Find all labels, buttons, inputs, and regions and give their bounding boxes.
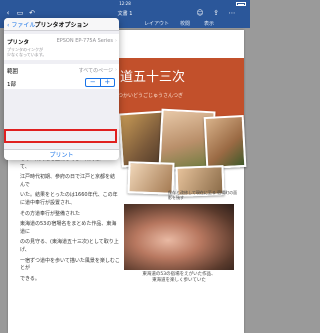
copies-row: 1部 − + (4, 76, 119, 89)
printer-label: プリンタ (7, 40, 30, 46)
person-icon[interactable]: ☺ (196, 9, 204, 17)
popover-header: ‹ ファイル プリンタオプション (4, 18, 119, 31)
decrement-button[interactable]: − (86, 79, 100, 86)
chevron-right-icon: › (115, 38, 117, 44)
status-time: 12:28 (119, 1, 131, 6)
copies-label: 1部 (7, 82, 16, 88)
body-paragraph: いた。結果をとったのは1660年代、この年に道中奉行が設置され、 (20, 192, 118, 206)
tab-layout[interactable]: レイアウト (144, 20, 169, 27)
body-paragraph: 東海道の53の宿場名をまとめた作品、東海道に (20, 221, 117, 235)
printer-ink-warning: プリンタのインクが 少なくなっています。 (7, 47, 46, 57)
status-bar: 12:28 (0, 0, 250, 8)
body-paragraph: のの見守る、(東海道五十三次)として取り上げ、 (20, 239, 119, 253)
range-label: 範囲 (7, 69, 19, 75)
printer-row[interactable]: プリンタ EPSON EP-775A Series › プリンタのインクが 少な… (4, 34, 119, 60)
share-icon[interactable]: ⇪ (212, 9, 220, 17)
tab-view[interactable]: 表示 (204, 20, 214, 27)
more-icon[interactable]: ⋯ (228, 9, 236, 17)
popover-title: プリンタオプション (34, 22, 89, 29)
tab-review[interactable]: 校閲 (180, 20, 190, 27)
photo-caption: 保存と改修して現在に至る 宿場町の面影を残す (168, 190, 238, 200)
body-paragraph: その方道奉行が整備された (20, 210, 81, 217)
body-text: もった東海道を整備してきた東海道について、 江戸時代初期、参府の日で江戸と京都を… (20, 156, 120, 286)
chevron-right-icon: › (115, 67, 117, 73)
caption-line: 東海道を楽しく歩いていた (152, 278, 206, 283)
body-paragraph: できる。 (20, 275, 40, 282)
copies-stepper: − + (85, 78, 115, 87)
banner-subtitle: つかいどうごじゅうさんつぎ (118, 93, 184, 99)
range-value: すべてのページ (78, 68, 113, 74)
body-paragraph: 一宿ずつ道中を歩いて描いた風景を楽しむことが (20, 257, 120, 272)
printer-name: EPSON EP-775A Series (56, 38, 113, 44)
photo-caption: 東海道の53の宿場をえがいた作品、 東海道を楽しく歩いていた (124, 272, 234, 284)
banner-title: 道五十三次 (120, 70, 186, 85)
battery-icon (236, 2, 246, 6)
print-row: プリント (4, 149, 119, 160)
baby-photo-image (124, 204, 234, 270)
print-button[interactable]: プリント (4, 150, 119, 160)
photo-image (203, 114, 247, 170)
increment-button[interactable]: + (101, 79, 115, 86)
highlight-box (4, 129, 117, 143)
body-paragraph: 江戸時代初期、参府の日で江戸と京都を結んで (20, 174, 116, 188)
warning-line: 少なくなっています。 (7, 52, 47, 57)
